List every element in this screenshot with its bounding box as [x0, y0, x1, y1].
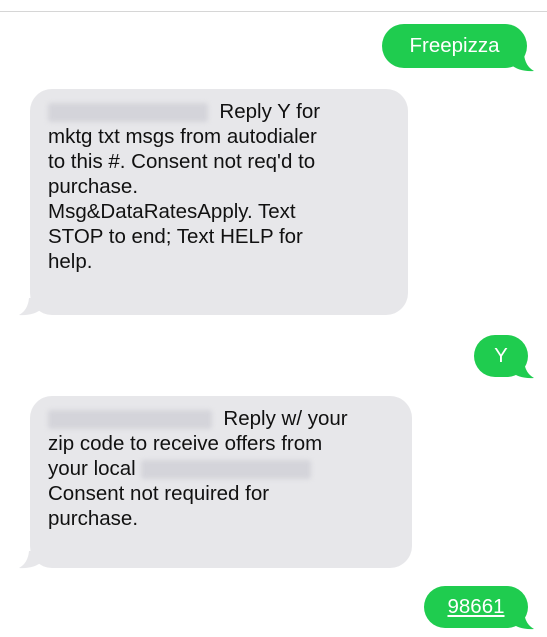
incoming-message-consent[interactable]: Reply Y for mktg txt msgs from autodiale… — [30, 89, 408, 315]
message-line: your local — [48, 456, 394, 481]
zip-code-link[interactable]: 98661 — [447, 595, 504, 618]
message-line: Reply Y for — [48, 99, 390, 124]
message-line: to this #. Consent not req'd to — [48, 150, 316, 173]
message-line: Reply w/ your — [48, 406, 394, 431]
message-line: purchase. — [48, 507, 139, 530]
outgoing-bubble-tail — [510, 361, 534, 379]
message-line: Consent not required for — [48, 482, 270, 505]
message-line: Msg&DataRatesApply. Text — [48, 200, 296, 223]
redacted-store-name — [141, 460, 312, 480]
outgoing-bubble-tail — [510, 54, 534, 72]
incoming-bubble-tail — [19, 298, 43, 316]
message-line: mktg txt msgs from autodialer — [48, 125, 317, 148]
redacted-sender — [48, 410, 212, 430]
message-line: purchase. — [48, 175, 139, 198]
message-line: help. — [48, 250, 93, 273]
message-text: Freepizza — [409, 34, 500, 57]
redacted-sender — [48, 103, 208, 123]
message-line: STOP to end; Text HELP for — [48, 225, 303, 248]
outgoing-bubble-tail — [510, 612, 534, 630]
outgoing-message-freepizza[interactable]: Freepizza — [382, 24, 527, 68]
incoming-bubble-tail — [19, 551, 43, 569]
incoming-message-zip-request[interactable]: Reply w/ your zip code to receive offers… — [30, 396, 412, 568]
message-text: Y — [494, 344, 508, 367]
top-divider — [0, 11, 547, 12]
message-line: zip code to receive offers from — [48, 432, 323, 455]
